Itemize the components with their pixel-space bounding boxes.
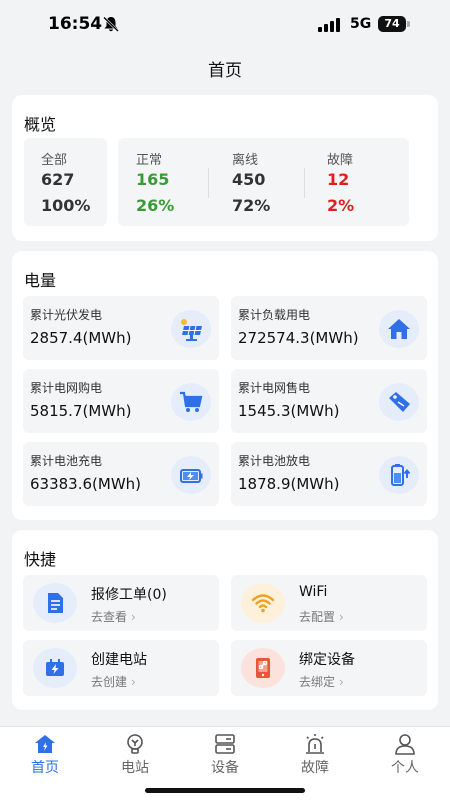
person-tab-icon	[395, 734, 415, 755]
overview-normal-percent: 26%	[136, 196, 175, 215]
battery-charge-icon	[171, 456, 211, 494]
tab-fault[interactable]: 故障	[270, 733, 360, 777]
tile-label: 累计电池放电	[238, 454, 311, 468]
overview-all-box[interactable]: 全部 627 100%	[24, 138, 107, 226]
tile-value: 1545.3(MWh)	[238, 402, 340, 420]
device-tab-icon	[215, 734, 235, 754]
overview-fault-count: 12	[327, 170, 350, 189]
overview-offline-percent: 72%	[232, 196, 271, 215]
bell-muted-icon	[103, 16, 119, 32]
tile-value: 63383.6(MWh)	[30, 475, 142, 493]
overview-title: 概览	[24, 115, 57, 134]
overview-fault-percent: 2%	[327, 196, 355, 215]
tile-value: 1878.9(MWh)	[238, 475, 340, 493]
overview-all-count: 627	[41, 170, 75, 189]
chevron-right-icon: ›	[131, 610, 136, 624]
energy-tile-pv-generation[interactable]: 累计光伏发电 2857.4(MWh)	[23, 296, 219, 360]
cart-icon	[171, 383, 211, 421]
energy-tile-battery-charge[interactable]: 累计电池充电 63383.6(MWh)	[23, 442, 219, 506]
home-icon	[379, 310, 419, 348]
tile-label: 累计电池充电	[30, 454, 103, 468]
bind-device-icon	[241, 648, 285, 688]
page-title: 首页	[208, 61, 242, 81]
tab-label: 设备	[211, 760, 239, 776]
fault-tab-icon	[306, 734, 324, 754]
overview-normal-count: 165	[136, 170, 170, 189]
overview-offline-label: 离线	[232, 153, 259, 168]
overview-all-percent: 100%	[41, 196, 91, 215]
status-time: 16:54	[48, 14, 103, 34]
battery-level: 74	[378, 16, 406, 32]
tile-label: 累计电网购电	[30, 381, 103, 395]
quick-action-link[interactable]: 去绑定 ›	[299, 673, 344, 690]
energy-tile-grid-sale[interactable]: 累计电网售电 1545.3(MWh)	[231, 369, 427, 433]
overview-normal[interactable]: 正常 165 26%	[118, 138, 213, 226]
status-bar: 16:54 5G 74	[0, 0, 450, 50]
wifi-icon	[241, 583, 285, 623]
energy-title: 电量	[24, 271, 57, 290]
tab-home[interactable]: 首页	[0, 733, 90, 777]
price-tag-icon	[379, 383, 419, 421]
chevron-right-icon: ›	[131, 675, 136, 689]
battery-discharge-icon	[379, 456, 419, 494]
overview-all-label: 全部	[41, 153, 68, 168]
battery-icon: 74	[378, 16, 410, 32]
quick-label: 绑定设备	[299, 652, 355, 668]
network-label: 5G	[350, 16, 372, 32]
energy-tile-load-consumption[interactable]: 累计负载用电 272574.3(MWh)	[231, 296, 427, 360]
tile-value: 5815.7(MWh)	[30, 402, 132, 420]
tab-label: 电站	[121, 760, 149, 776]
quick-label: WiFi	[299, 584, 328, 600]
signal-icon	[318, 18, 340, 32]
tile-value: 2857.4(MWh)	[30, 329, 132, 347]
quick-action-link[interactable]: 去查看 ›	[91, 608, 136, 625]
tile-value: 272574.3(MWh)	[238, 329, 359, 347]
tab-personal[interactable]: 个人	[360, 733, 450, 777]
chevron-right-icon: ›	[339, 675, 344, 689]
quick-action-link[interactable]: 去创建 ›	[91, 673, 136, 690]
energy-tile-grid-purchase[interactable]: 累计电网购电 5815.7(MWh)	[23, 369, 219, 433]
overview-fault-label: 故障	[327, 153, 354, 168]
solar-panel-icon	[171, 310, 211, 348]
home-indicator[interactable]	[145, 788, 305, 793]
tile-label: 累计负载用电	[238, 308, 311, 322]
tile-label: 累计电网售电	[238, 381, 311, 395]
tab-label: 个人	[391, 760, 419, 776]
power-station-icon	[33, 648, 77, 688]
home-tab-icon	[35, 735, 55, 753]
overview-offline-count: 450	[232, 170, 266, 189]
chevron-right-icon: ›	[339, 610, 344, 624]
document-icon	[33, 583, 77, 623]
station-tab-icon	[127, 734, 143, 754]
quick-bind-device[interactable]: 绑定设备 去绑定 ›	[231, 640, 427, 696]
quick-action-link[interactable]: 去配置 ›	[299, 608, 344, 625]
quick-wifi[interactable]: WiFi 去配置 ›	[231, 575, 427, 631]
energy-tile-battery-discharge[interactable]: 累计电池放电 1878.9(MWh)	[231, 442, 427, 506]
quick-label: 报修工单(0)	[91, 587, 167, 603]
tab-label: 首页	[31, 760, 59, 776]
energy-card: 电量 累计光伏发电 2857.4(MWh) 累计负载用电 272574.3(MW…	[12, 251, 438, 520]
overview-offline[interactable]: 离线 450 72%	[214, 138, 309, 226]
quick-card: 快捷 报修工单(0) 去查看 › WiFi 去配置 › 创建电站 去创建 › 绑…	[12, 530, 438, 710]
quick-title: 快捷	[24, 550, 57, 569]
tab-label: 故障	[301, 760, 329, 776]
overview-status-box: 正常 165 26% 离线 450 72% 故障 12 2%	[118, 138, 409, 226]
tile-label: 累计光伏发电	[30, 308, 103, 322]
tab-device[interactable]: 设备	[180, 733, 270, 777]
overview-card: 概览 全部 627 100% 正常 165 26% 离线 450 72% 故障 …	[12, 95, 438, 241]
quick-label: 创建电站	[91, 652, 147, 668]
tab-station[interactable]: 电站	[90, 733, 180, 777]
overview-normal-label: 正常	[136, 153, 163, 168]
divider	[208, 168, 209, 198]
quick-create-station[interactable]: 创建电站 去创建 ›	[23, 640, 219, 696]
quick-repair-order[interactable]: 报修工单(0) 去查看 ›	[23, 575, 219, 631]
overview-fault[interactable]: 故障 12 2%	[310, 138, 405, 226]
divider	[304, 168, 305, 198]
